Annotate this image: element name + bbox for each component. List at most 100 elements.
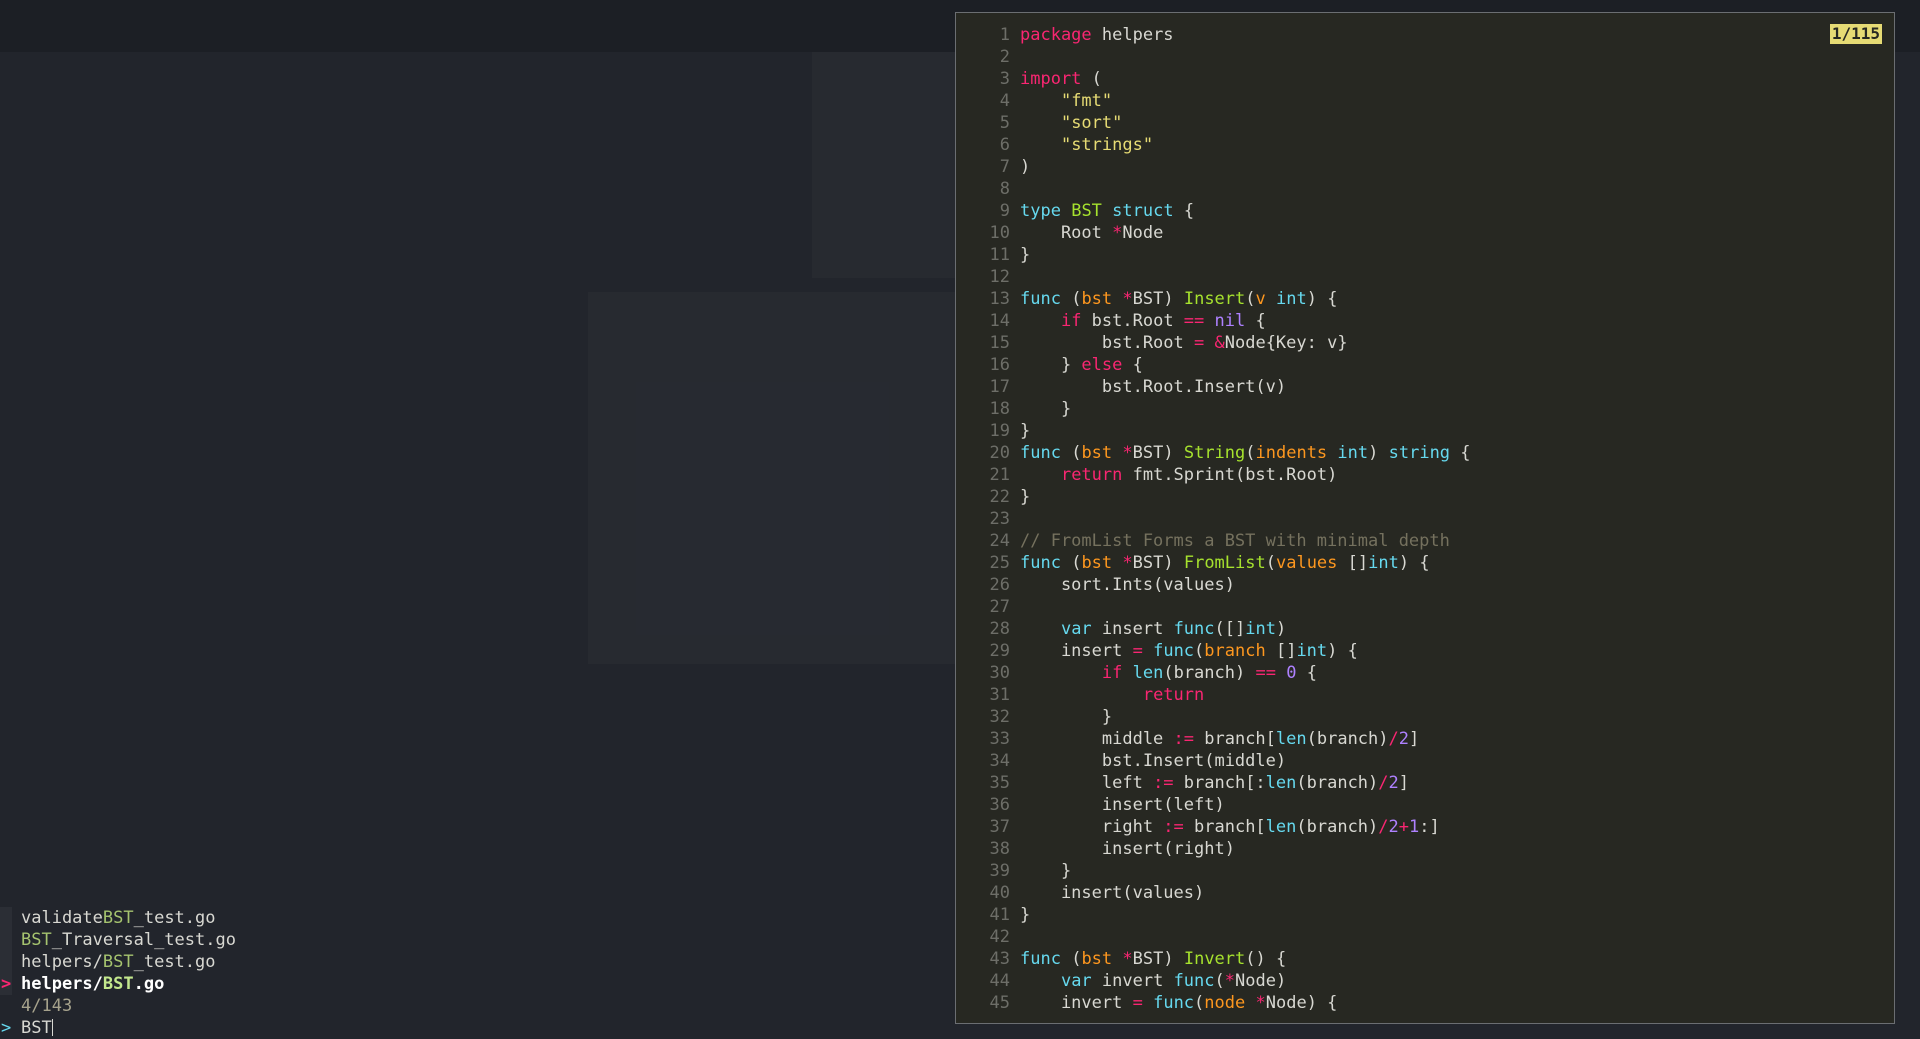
- line-number: 38: [989, 839, 1010, 859]
- fzf-match-count: 4/143: [21, 996, 73, 1016]
- line-number: 25: [989, 553, 1010, 573]
- code-line: 1 package helpers: [956, 24, 1471, 46]
- line-number: 44: [989, 971, 1010, 991]
- code-line: 12: [956, 266, 1471, 288]
- code-text: insert(left): [1020, 795, 1225, 815]
- code-line: 25 func (bst *BST) FromList(values []int)…: [956, 552, 1471, 574]
- fzf-match-highlight: BST: [102, 952, 134, 972]
- line-number: 33: [989, 729, 1010, 749]
- code-line: 17 bst.Root.Insert(v): [956, 376, 1471, 398]
- code-text: return: [1142, 685, 1205, 705]
- fzf-prompt-line[interactable]: > BST: [0, 1017, 940, 1039]
- code-line: 15 bst.Root = &Node{Key: v}: [956, 332, 1471, 354]
- code-text: type BST struct {: [1020, 201, 1195, 221]
- line-number: 20: [989, 443, 1010, 463]
- fzf-match-highlight: BST: [102, 974, 134, 994]
- code-text: var insert func([]int): [1060, 619, 1287, 639]
- code-line: 41}: [956, 904, 1471, 926]
- code-line: 13 func (bst *BST) Insert(v int) {: [956, 288, 1471, 310]
- line-number: 16: [989, 355, 1010, 375]
- fzf-result-text: _test.go: [133, 908, 216, 928]
- line-number: 18: [989, 399, 1010, 419]
- line-number: 36: [989, 795, 1010, 815]
- line-number: 29: [989, 641, 1010, 661]
- fzf-result-text: validate: [21, 908, 103, 928]
- line-number: 42: [989, 927, 1010, 947]
- code-line: 21 return fmt.Sprint(bst.Root): [956, 464, 1471, 486]
- line-number: 37: [989, 817, 1010, 837]
- line-number: 2: [999, 47, 1010, 67]
- code-text: // FromList Forms a BST with minimal dep…: [1020, 531, 1450, 551]
- code-text: }: [1020, 905, 1031, 925]
- line-number: 11: [989, 245, 1010, 265]
- code-line: 35 left := branch[:len(branch)/2]: [956, 772, 1471, 794]
- code-text: if len(branch) == 0 {: [1101, 663, 1317, 683]
- code-text: func (bst *BST) Insert(v int) {: [1020, 289, 1338, 309]
- code-text: "fmt": [1060, 91, 1113, 111]
- line-number: 8: [999, 179, 1010, 199]
- code-text: func (bst *BST) Invert() {: [1020, 949, 1287, 969]
- code-text: ): [1020, 157, 1031, 177]
- fzf-result-item[interactable]: helpers/BST_test.go: [0, 951, 940, 973]
- fzf-gutter: [0, 951, 12, 973]
- code-line: 26 sort.Ints(values): [956, 574, 1471, 596]
- line-number: 10: [989, 223, 1010, 243]
- line-number: 15: [989, 333, 1010, 353]
- code-line: 23: [956, 508, 1471, 530]
- code-text: left := branch[:len(branch)/2]: [1020, 773, 1410, 793]
- line-number: 22: [989, 487, 1010, 507]
- code-text: func (bst *BST) String(indents int) stri…: [1020, 443, 1471, 463]
- fzf-result-text: .go: [133, 974, 165, 994]
- code-line: 24 // FromList Forms a BST with minimal d…: [956, 530, 1471, 552]
- line-number: 28: [989, 619, 1010, 639]
- code-line: 9 type BST struct {: [956, 200, 1471, 222]
- code-text: sort.Ints(values): [1020, 575, 1235, 595]
- code-text: } else {: [1020, 355, 1143, 375]
- code-line: 38 insert(right): [956, 838, 1471, 860]
- line-number: 32: [989, 707, 1010, 727]
- fzf-query-input[interactable]: BST: [21, 1018, 52, 1038]
- line-number: 31: [989, 685, 1010, 705]
- line-number: 19: [989, 421, 1010, 441]
- fzf-match-highlight: BST: [21, 930, 52, 950]
- code-text: insert(values): [1020, 883, 1205, 903]
- code-text: var invert func(*Node): [1060, 971, 1287, 991]
- code-line: 8: [956, 178, 1471, 200]
- code-text: }: [1020, 421, 1031, 441]
- code-text: Root *Node: [1020, 223, 1164, 243]
- code-text: middle := branch[len(branch)/2]: [1020, 729, 1420, 749]
- text-cursor: [51, 1019, 53, 1036]
- fzf-result-item[interactable]: BST_Traversal_test.go: [0, 929, 940, 951]
- line-number: 30: [989, 663, 1010, 683]
- line-number: 39: [989, 861, 1010, 881]
- code-line: 29 insert = func(branch []int) {: [956, 640, 1471, 662]
- code-preview: 1 package helpers 2 3 import (4 "fmt" 5 "sort…: [956, 24, 1471, 1014]
- code-text: bst.Insert(middle): [1020, 751, 1287, 771]
- line-number: 34: [989, 751, 1010, 771]
- fzf-result-text: helpers/: [21, 952, 103, 972]
- fzf-finder: validateBST_test.go BST_Traversal_test.go…: [0, 907, 940, 1039]
- fzf-result-selected[interactable]: > helpers/BST.go: [0, 973, 940, 995]
- code-line: 34 bst.Insert(middle): [956, 750, 1471, 772]
- code-line: 43 func (bst *BST) Invert() {: [956, 948, 1471, 970]
- line-number: 27: [989, 597, 1010, 617]
- line-number: 35: [989, 773, 1010, 793]
- code-text: bst.Root.Insert(v): [1020, 377, 1287, 397]
- code-line: 37 right := branch[len(branch)/2+1:]: [956, 816, 1471, 838]
- code-text: insert = func(branch []int) {: [1020, 641, 1358, 661]
- fzf-pointer-icon: >: [1, 974, 12, 994]
- fzf-gutter: [0, 929, 12, 951]
- line-number: 21: [989, 465, 1010, 485]
- line-number: 1: [999, 25, 1010, 45]
- code-line: 18 }: [956, 398, 1471, 420]
- code-text: }: [1020, 487, 1031, 507]
- line-number: 40: [989, 883, 1010, 903]
- fzf-result-item[interactable]: validateBST_test.go: [0, 907, 940, 929]
- line-number: 3: [999, 69, 1010, 89]
- code-line: 6 "strings": [956, 134, 1471, 156]
- preview-window[interactable]: 1/115 1 package helpers 2 3 import (4 "fmt" 5…: [955, 12, 1895, 1024]
- line-number: 7: [999, 157, 1010, 177]
- code-text: "strings": [1060, 135, 1154, 155]
- code-line: 10 Root *Node: [956, 222, 1471, 244]
- code-text: right := branch[len(branch)/2+1:]: [1020, 817, 1440, 837]
